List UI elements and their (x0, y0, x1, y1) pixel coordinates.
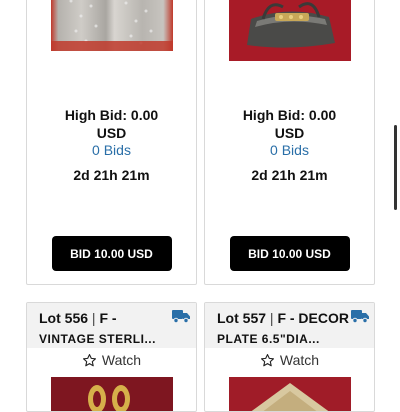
watch-label: Watch (101, 352, 142, 368)
lot-number[interactable]: Lot 556 | F - (39, 310, 117, 326)
lot-label: Lot 556 (39, 310, 89, 326)
lot-thumbnail[interactable] (228, 0, 351, 61)
lot-card[interactable]: Lot 557 | F - DECOR PLATE 6.5"DIA... Wat… (204, 302, 375, 412)
lot-card[interactable]: Lot 556 | F - VINTAGE STERLI... Watch (26, 302, 197, 412)
lot-category: F - (99, 310, 117, 326)
time-left: 2d 21h 21m (251, 167, 328, 183)
lot-label: Lot 557 (217, 310, 267, 326)
lot-title[interactable]: PLATE 6.5"DIA... (217, 332, 320, 346)
currency-label: USD (96, 125, 127, 141)
lot-card[interactable]: High Bid: 0.00 USD 0 Bids 2d 21h 21m BID… (26, 0, 197, 285)
lot-thumbnail[interactable] (228, 377, 351, 411)
bids-count-link[interactable]: 0 Bids (27, 142, 196, 158)
lot-thumbnail[interactable] (50, 377, 173, 411)
lot-header: Lot 557 | F - DECOR PLATE 6.5"DIA... (205, 303, 374, 348)
truck-icon (172, 310, 190, 323)
scrollbar[interactable] (394, 125, 397, 210)
watch-label: Watch (279, 352, 320, 368)
currency-label: USD (274, 125, 305, 141)
lot-number[interactable]: Lot 557 | F - DECOR (217, 310, 349, 326)
star-outline-icon (82, 353, 96, 366)
lot-thumbnail[interactable] (50, 0, 173, 51)
decor-plate-image (228, 377, 351, 411)
watch-button[interactable]: Watch (205, 352, 374, 368)
star-outline-icon (260, 353, 274, 366)
lot-card[interactable]: High Bid: 0.00 USD 0 Bids 2d 21h 21m BID… (204, 0, 375, 285)
high-bid-label: High Bid: 0.00 (64, 107, 159, 123)
separator: | (91, 310, 96, 326)
watch-button[interactable]: Watch (27, 352, 196, 368)
rhinestone-image (50, 0, 173, 51)
handbag-image (228, 0, 351, 61)
lot-title[interactable]: VINTAGE STERLI... (39, 332, 156, 346)
truck-icon (351, 310, 369, 323)
high-bid-label: High Bid: 0.00 (242, 107, 337, 123)
lot-category: F - DECOR (277, 310, 349, 326)
lot-header: Lot 556 | F - VINTAGE STERLI... (27, 303, 196, 348)
separator: | (269, 310, 274, 326)
bid-button[interactable]: BID 10.00 USD (229, 236, 350, 271)
sterling-item-image (50, 377, 173, 411)
bid-button[interactable]: BID 10.00 USD (51, 236, 172, 271)
time-left: 2d 21h 21m (73, 167, 150, 183)
bids-count-link[interactable]: 0 Bids (205, 142, 374, 158)
